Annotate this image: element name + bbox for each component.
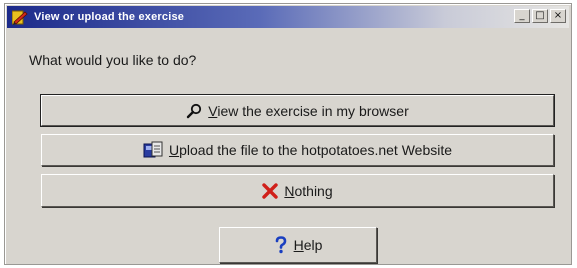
- magnifier-icon: [186, 103, 202, 119]
- view-in-browser-button[interactable]: View the exercise in my browser: [40, 94, 555, 127]
- view-button-label: View the exercise in my browser: [208, 102, 409, 119]
- hotpotatoes-app-icon: [11, 10, 29, 25]
- title-bar[interactable]: View or upload the exercise _ □ ×: [7, 6, 569, 28]
- upload-icon: [143, 141, 163, 159]
- dialog-window: View or upload the exercise _ □ × What w…: [4, 3, 572, 265]
- question-mark-icon: [274, 236, 288, 254]
- prompt-text: What would you like to do?: [29, 52, 197, 68]
- nothing-button[interactable]: Nothing: [41, 174, 554, 207]
- upload-to-website-button[interactable]: Upload the file to the hotpotatoes.net W…: [41, 134, 554, 166]
- nothing-button-label: Nothing: [284, 182, 333, 199]
- minimize-button[interactable]: _: [514, 9, 530, 23]
- help-button[interactable]: Help: [219, 227, 377, 263]
- close-button[interactable]: ×: [550, 9, 566, 23]
- upload-button-label: Upload the file to the hotpotatoes.net W…: [168, 142, 453, 158]
- red-x-icon: [262, 182, 279, 199]
- help-button-label: Help: [293, 237, 323, 253]
- window-controls: _ □ ×: [514, 9, 566, 23]
- maximize-button[interactable]: □: [532, 9, 548, 23]
- window-title: View or upload the exercise: [34, 11, 185, 23]
